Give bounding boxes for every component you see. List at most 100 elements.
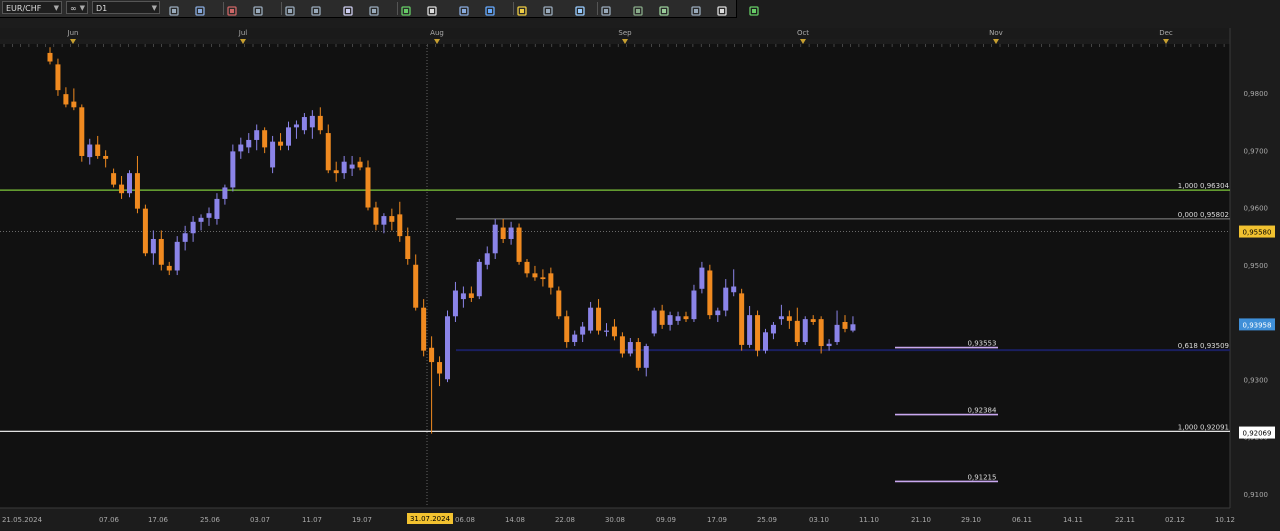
pen-icon[interactable] bbox=[516, 2, 528, 16]
date-label: 07.06 bbox=[99, 516, 120, 524]
y-tick-label: 0,9700 bbox=[1244, 147, 1269, 155]
globe-icon[interactable] bbox=[484, 2, 496, 16]
toolbar-separator bbox=[513, 2, 514, 15]
candle-body bbox=[206, 213, 212, 218]
candle-body bbox=[87, 144, 93, 158]
candle-body bbox=[357, 161, 363, 168]
candle-body bbox=[580, 326, 586, 335]
month-label: Sep bbox=[618, 29, 632, 37]
month-label: Nov bbox=[989, 29, 1003, 37]
crosshair-icon[interactable] bbox=[368, 2, 380, 16]
price-chart[interactable]: Jun Jul Aug Sep Oct Nov Dec 21.05.2024 07.06 17.0… bbox=[0, 0, 1280, 531]
indicator-icon[interactable] bbox=[542, 2, 554, 16]
candle-body bbox=[834, 324, 840, 343]
candle-body bbox=[111, 173, 117, 185]
candle-body bbox=[468, 293, 474, 298]
candle-body bbox=[588, 307, 594, 331]
candle-body bbox=[826, 343, 832, 347]
candle-body bbox=[635, 342, 641, 368]
candle-body bbox=[389, 216, 395, 222]
top-axis bbox=[0, 28, 1230, 39]
candle-body bbox=[715, 310, 721, 316]
toolbar: EUR/CHF ▼ ∞ ▼ D1 ▼ bbox=[0, 0, 759, 18]
grid-icon[interactable] bbox=[748, 2, 760, 16]
candle-body bbox=[119, 184, 125, 194]
y-tick-label: 0,9500 bbox=[1244, 262, 1269, 270]
toolbar-separator bbox=[281, 2, 282, 15]
date-label: 03.10 bbox=[809, 516, 829, 524]
date-label: 02.12 bbox=[1165, 516, 1185, 524]
cursor-icon[interactable] bbox=[342, 2, 354, 16]
eraser-icon[interactable] bbox=[716, 2, 728, 16]
date-label: 21.05.2024 bbox=[2, 516, 43, 524]
fib-icon[interactable] bbox=[600, 2, 612, 16]
symbol-select[interactable]: EUR/CHF ▼ bbox=[2, 1, 62, 14]
date-label: 09.09 bbox=[656, 516, 676, 524]
ellipse-icon[interactable] bbox=[690, 2, 702, 16]
date-label: 19.07 bbox=[352, 516, 372, 524]
candle-body bbox=[413, 264, 419, 308]
candle-body bbox=[166, 265, 172, 271]
candle-body bbox=[484, 253, 490, 265]
candle-body bbox=[572, 334, 578, 343]
candle-body bbox=[445, 316, 450, 380]
timeframe-value: D1 bbox=[96, 4, 108, 13]
candle-body bbox=[405, 236, 411, 260]
target-label: 0,91215 bbox=[968, 473, 997, 481]
month-label: Oct bbox=[797, 29, 809, 37]
date-label: 17.09 bbox=[707, 516, 727, 524]
month-label: Dec bbox=[1159, 29, 1173, 37]
candle-body bbox=[723, 287, 729, 311]
month-label: Jul bbox=[238, 29, 248, 37]
chart-type-icon[interactable] bbox=[168, 2, 180, 16]
candle-body bbox=[95, 144, 101, 156]
candle-body bbox=[325, 133, 331, 171]
toolbar-separator bbox=[597, 2, 598, 15]
date-label: 17.06 bbox=[148, 516, 169, 524]
zoom-in-icon[interactable] bbox=[284, 2, 296, 16]
date-label: 11.10 bbox=[859, 516, 879, 524]
candle-body bbox=[63, 94, 69, 105]
candles-icon[interactable] bbox=[252, 2, 264, 16]
bars-icon[interactable] bbox=[226, 2, 238, 16]
candle-body bbox=[198, 217, 204, 222]
fib-label-white: 1,000 0,92091 bbox=[1178, 423, 1229, 431]
candle-body bbox=[842, 322, 848, 329]
plot-area bbox=[0, 44, 1230, 508]
candle-body bbox=[254, 130, 260, 140]
eye-icon[interactable] bbox=[458, 2, 470, 16]
candle-body bbox=[349, 164, 355, 169]
toolbar-separator bbox=[223, 2, 224, 15]
candle-body bbox=[79, 107, 85, 156]
zoom-out-icon[interactable] bbox=[310, 2, 322, 16]
candle-body bbox=[627, 342, 633, 354]
chevron-down-icon: ▼ bbox=[151, 4, 157, 12]
trend-icon[interactable] bbox=[658, 2, 670, 16]
link-select[interactable]: ∞ ▼ bbox=[66, 1, 88, 14]
candle-body bbox=[71, 101, 77, 108]
candle-body bbox=[596, 307, 602, 331]
candle-body bbox=[421, 307, 427, 351]
candle-body bbox=[365, 167, 371, 208]
toolbar-separator bbox=[397, 2, 398, 15]
link-icon: ∞ bbox=[70, 4, 77, 13]
link-icon[interactable] bbox=[194, 2, 206, 16]
crosshair-date-label: 31.07.2024 bbox=[410, 515, 451, 523]
timeframe-select[interactable]: D1 ▼ bbox=[92, 1, 160, 14]
candle-body bbox=[286, 127, 291, 146]
month-label: Aug bbox=[430, 29, 444, 37]
candle-body bbox=[47, 52, 53, 62]
candle-body bbox=[429, 347, 435, 363]
channel-icon[interactable] bbox=[632, 2, 644, 16]
candle-body bbox=[850, 324, 856, 331]
candle-body bbox=[763, 332, 768, 351]
target-label: 0,93553 bbox=[968, 340, 997, 348]
candle-body bbox=[508, 227, 514, 239]
candle-body bbox=[150, 238, 156, 254]
add-line-icon[interactable] bbox=[400, 2, 412, 16]
template-icon[interactable] bbox=[574, 2, 586, 16]
candle-body bbox=[127, 173, 132, 194]
candle-body bbox=[516, 227, 522, 262]
date-label: 11.07 bbox=[302, 516, 322, 524]
text-icon[interactable] bbox=[426, 2, 438, 16]
